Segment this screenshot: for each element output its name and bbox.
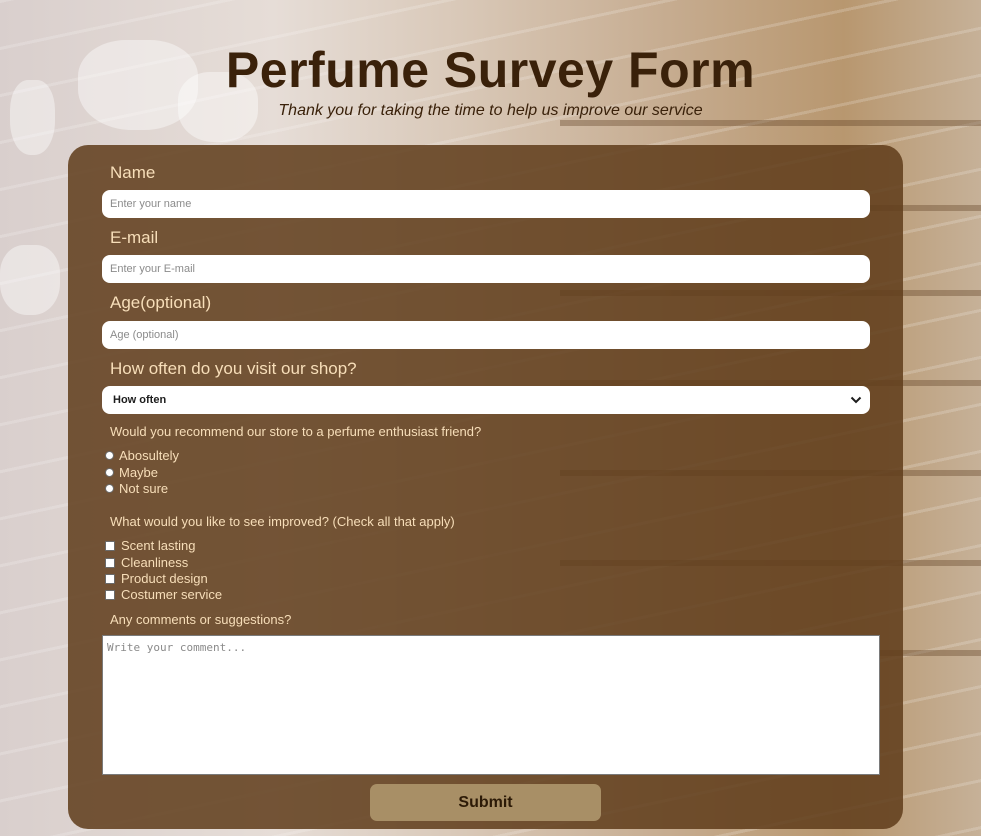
email-input[interactable]: Enter your E-mail — [102, 255, 870, 283]
checkbox[interactable] — [105, 589, 115, 600]
recommend-option-label: Abosultely — [119, 448, 179, 463]
radio-button[interactable] — [105, 484, 114, 493]
chevron-down-icon — [850, 393, 862, 407]
page-subtitle: Thank you for taking the time to help us… — [278, 102, 703, 119]
improve-option-product-design[interactable]: Product design — [105, 571, 208, 586]
recommend-option-absolutely[interactable]: Abosultely — [105, 448, 179, 463]
improve-option-label: Costumer service — [121, 587, 223, 602]
visit-frequency-label: How often do you visit our shop? — [110, 359, 357, 378]
email-label: E-mail — [110, 228, 159, 247]
improve-option-label: Cleanliness — [121, 555, 189, 570]
survey-form: Name Enter your name E-mail Enter your E… — [68, 145, 903, 829]
comments-placeholder: Write your comment... — [107, 641, 247, 654]
radio-button[interactable] — [105, 468, 114, 477]
recommend-option-maybe[interactable]: Maybe — [105, 465, 158, 480]
age-input-placeholder: Age (optional) — [110, 329, 179, 341]
improve-option-label: Scent lasting — [121, 538, 196, 553]
recommend-option-not-sure[interactable]: Not sure — [105, 481, 168, 496]
visit-frequency-value: How often — [113, 394, 167, 406]
checkbox[interactable] — [105, 540, 115, 551]
comments-textarea[interactable]: Write your comment... — [102, 635, 880, 775]
comments-label: Any comments or suggestions? — [110, 612, 292, 627]
recommend-option-label: Maybe — [119, 465, 159, 480]
email-input-placeholder: Enter your E-mail — [110, 263, 195, 275]
name-input-placeholder: Enter your name — [110, 198, 192, 210]
radio-button[interactable] — [105, 451, 114, 460]
visit-frequency-select[interactable]: How often — [102, 386, 870, 414]
name-input[interactable]: Enter your name — [102, 190, 870, 218]
age-input[interactable]: Age (optional) — [102, 321, 870, 349]
age-label: Age(optional) — [110, 293, 212, 312]
improve-option-scent-lasting[interactable]: Scent lasting — [105, 538, 195, 553]
page-header: Perfume Survey Form Thank you for taking… — [0, 38, 981, 120]
name-label: Name — [110, 163, 156, 182]
improve-option-cleanliness[interactable]: Cleanliness — [105, 555, 188, 570]
checkbox[interactable] — [105, 557, 115, 568]
improve-option-costumer-service[interactable]: Costumer service — [105, 587, 222, 602]
improve-option-label: Product design — [121, 571, 208, 586]
recommend-question: Would you recommend our store to a perfu… — [110, 424, 482, 439]
recommend-option-label: Not sure — [119, 481, 169, 496]
checkbox[interactable] — [105, 573, 115, 584]
submit-button[interactable]: Submit — [370, 784, 601, 821]
page-title: Perfume Survey Form — [225, 42, 756, 98]
improve-question: What would you like to see improved? (Ch… — [110, 514, 455, 529]
